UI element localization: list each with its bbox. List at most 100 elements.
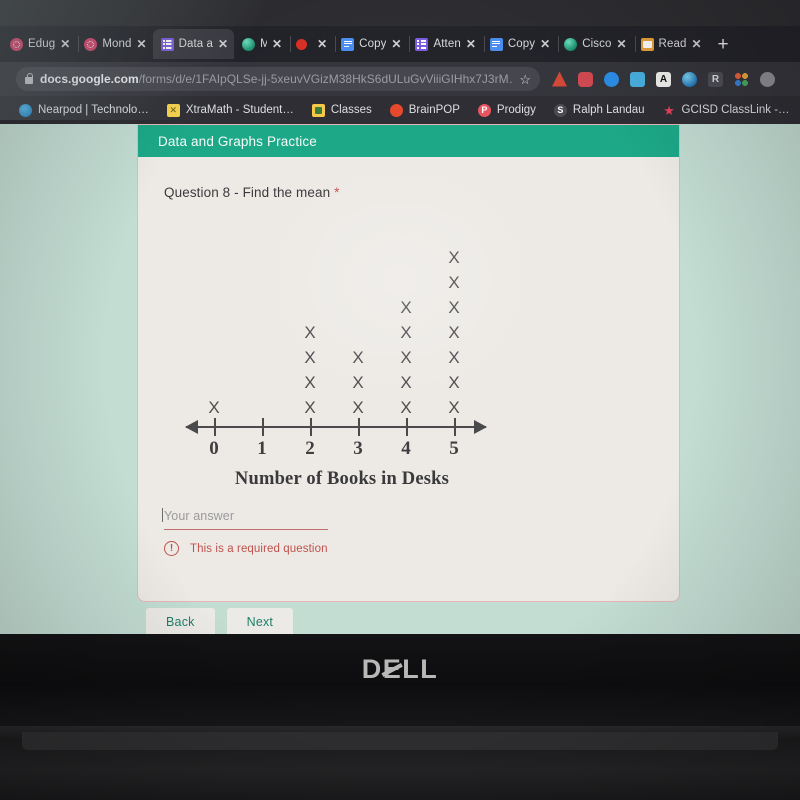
bookmark-label: BrainPOP <box>408 104 460 116</box>
tab-close-icon[interactable]: ✕ <box>218 38 228 50</box>
address-bar[interactable]: docs.google.com/forms/d/e/1FAIpQLSe-jj-5… <box>16 67 540 91</box>
tab-close-icon[interactable]: ✕ <box>466 38 476 50</box>
extensions-tray: AR <box>552 71 775 87</box>
next-button[interactable]: Next <box>226 608 294 634</box>
browser-tab[interactable]: Copy ✕ <box>482 29 560 59</box>
tab-close-icon[interactable]: ✕ <box>691 38 701 50</box>
tab-close-icon[interactable]: ✕ <box>137 38 147 50</box>
browser-tab[interactable]: Copy ✕ <box>333 29 411 59</box>
profile-avatar[interactable] <box>760 71 775 87</box>
dot-plot-mark: X <box>400 373 412 392</box>
bookmark-label: Prodigy <box>496 104 536 116</box>
axis-tick <box>214 418 216 436</box>
tab-title: Edug <box>28 38 56 50</box>
google-form-card: Data and Graphs Practice Question 8 - Fi… <box>137 124 680 602</box>
dot-plot-mark: X <box>448 348 460 367</box>
aleks-extension-icon[interactable]: A <box>656 71 671 87</box>
tab-close-icon[interactable]: ✕ <box>540 38 550 50</box>
dot-plot-column: XXXXX <box>393 295 419 420</box>
bookmark-item[interactable]: BrainPOP <box>381 103 469 117</box>
tab-close-icon[interactable]: ✕ <box>616 38 626 50</box>
new-tab-button[interactable]: + <box>708 35 739 54</box>
bookmark-item[interactable]: ★ GCISD ClassLink -… <box>654 104 799 117</box>
brainpop-icon <box>389 103 403 117</box>
laptop-hinge-lip <box>22 732 778 750</box>
read-write-extension-icon[interactable] <box>578 71 593 87</box>
dot-plot-mark: X <box>448 298 460 317</box>
prodigy-icon <box>477 103 491 117</box>
answer-field-wrap[interactable]: Your answer <box>162 508 328 530</box>
bookmark-label: XtraMath - Student… <box>185 104 294 116</box>
dot-plot-mark: X <box>208 398 220 417</box>
kami-extension-icon[interactable] <box>552 71 567 87</box>
r-extension-icon[interactable]: R <box>708 71 723 87</box>
ralph-icon <box>553 103 567 117</box>
forms-icon <box>415 37 429 51</box>
dot-plot-figure: XXXXXXXXXXXXXXXXXXXX 012345 Number of Bo… <box>185 219 496 489</box>
dot-plot-mark: X <box>352 398 364 417</box>
browser-tab[interactable]: M ✕ <box>234 29 292 59</box>
dell-logo: DELL <box>361 654 439 684</box>
error-icon: ! <box>164 541 179 556</box>
nearpod-icon <box>19 103 32 117</box>
earth-extension-icon[interactable] <box>682 71 697 87</box>
axis-tick-label: 0 <box>209 438 219 459</box>
sheets-icon <box>640 37 654 51</box>
browser-tab[interactable]: Mond ✕ <box>76 29 156 59</box>
bookmark-item[interactable]: Prodigy <box>469 103 545 117</box>
axis-tick <box>406 418 408 436</box>
answer-input[interactable]: Your answer <box>162 508 328 530</box>
tab-close-icon[interactable]: ✕ <box>272 38 282 50</box>
browser-tab[interactable]: Atten ✕ <box>407 29 485 59</box>
bookmark-label: Classes <box>330 104 372 116</box>
browser-tab[interactable]: Edug ✕ <box>2 29 80 59</box>
bookmark-label: Nearpod | Technolo… <box>38 104 149 116</box>
axis-tick-label: 3 <box>353 438 363 459</box>
dot-plot-mark: X <box>400 398 412 417</box>
dot-plot-mark: X <box>448 248 460 267</box>
bookmark-item[interactable]: XtraMath - Student… <box>158 103 303 117</box>
dot-plot-mark: X <box>400 323 412 342</box>
dot-plot-mark: X <box>448 373 460 392</box>
laptop-bezel: DELL <box>0 634 800 726</box>
apps-grid-icon[interactable] <box>734 71 749 87</box>
dot-plot-mark: X <box>448 273 460 292</box>
browser-tab[interactable]: ✕ <box>288 29 337 59</box>
docs-icon <box>341 37 355 51</box>
bookmark-item[interactable]: Classes <box>303 103 381 117</box>
forms-icon <box>160 37 174 51</box>
bookmark-star-icon[interactable]: ☆ <box>519 73 531 86</box>
bookmark-item[interactable]: Ralph Landau <box>545 103 654 117</box>
omnibox-row: docs.google.com/forms/d/e/1FAIpQLSe-jj-5… <box>0 62 800 96</box>
bookmark-label: Ralph Landau <box>572 104 645 116</box>
dell-o-glyph: E <box>382 654 403 684</box>
dot-plot-mark: X <box>304 373 316 392</box>
tab-title: Read <box>658 38 687 50</box>
screencastify-extension-icon[interactable] <box>604 71 619 87</box>
lock-icon <box>25 72 34 84</box>
drive-extension-icon[interactable] <box>630 71 645 87</box>
browser-tab[interactable]: Data a ✕ <box>152 29 235 59</box>
form-header: Data and Graphs Practice <box>138 125 679 157</box>
gcisd-icon: ★ <box>663 102 675 118</box>
browser-tab[interactable]: Cisco ✕ <box>556 29 636 59</box>
bookmarks-bar: Nearpod | Technolo… XtraMath - Student… Cl… <box>0 96 800 124</box>
back-button[interactable]: Back <box>146 608 215 634</box>
tab-close-icon[interactable]: ✕ <box>391 38 401 50</box>
dot-plot-column: XXX <box>345 345 371 420</box>
tab-title: Cisco <box>582 38 612 50</box>
classes-icon <box>311 103 325 117</box>
axis-tick-label: 5 <box>449 438 459 459</box>
browser-tab[interactable]: Read ✕ <box>633 29 708 59</box>
form-title: Data and Graphs Practice <box>158 133 317 149</box>
tab-close-icon[interactable]: ✕ <box>317 38 327 50</box>
error-row: ! This is a required question <box>164 541 328 556</box>
bookmark-item[interactable]: Nearpod | Technolo… <box>10 103 158 117</box>
tab-title: Data a <box>178 38 214 50</box>
text-caret <box>162 508 163 522</box>
dot-plot-mark: X <box>304 348 316 367</box>
tab-close-icon[interactable]: ✕ <box>60 38 70 50</box>
axis-tick <box>262 418 264 436</box>
bookmark-label: GCISD ClassLink -… <box>681 104 790 116</box>
spark-icon <box>84 37 98 51</box>
